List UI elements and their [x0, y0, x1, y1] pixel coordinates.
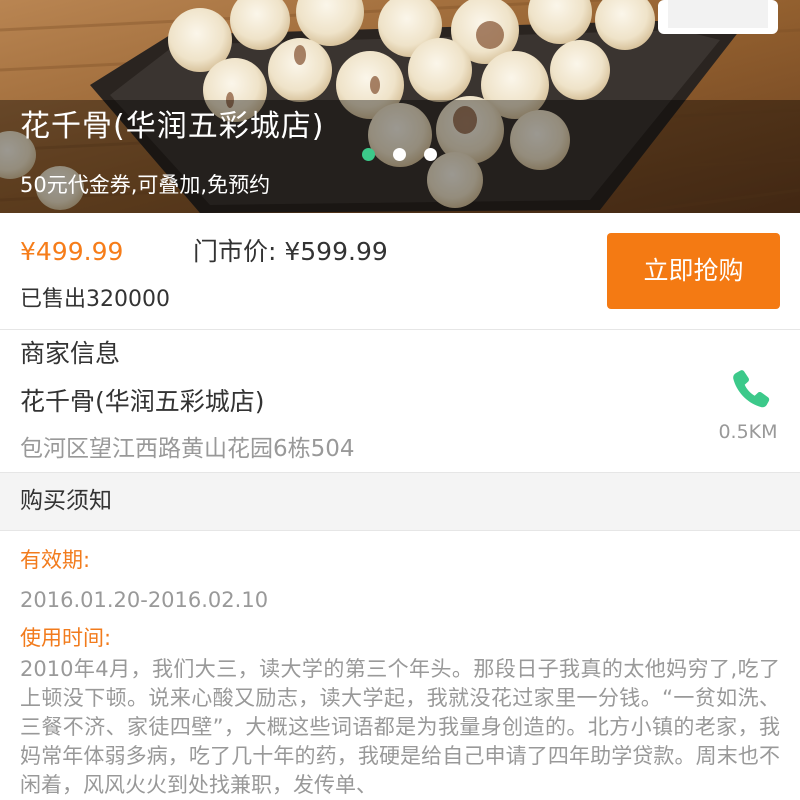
- usage-time-description: 2010年4月，我们大三，读大学的第三个年头。那段日子我真的太他妈穷了,吃了上顿…: [20, 657, 780, 797]
- carousel-dot-active[interactable]: [362, 148, 375, 161]
- validity-value: 2016.01.20-2016.02.10: [20, 588, 269, 612]
- banner-subtitle: 50元代金券,可叠加,免预约: [20, 173, 271, 197]
- product-banner[interactable]: 花千骨(华润五彩城店) 50元代金券,可叠加,免预约: [0, 0, 800, 213]
- deal-detail-page: 花千骨(华润五彩城店) 50元代金券,可叠加,免预约 ¥499.99 门市价: …: [0, 0, 800, 800]
- merchant-name[interactable]: 花千骨(华润五彩城店): [20, 384, 265, 420]
- sold-count: 已售出320000: [20, 287, 170, 312]
- merchant-address[interactable]: 包河区望江西路黄山花园6栋504: [20, 432, 355, 466]
- purchase-notice-header: 购买须知: [0, 473, 800, 531]
- buy-now-button[interactable]: 立即抢购: [607, 233, 780, 309]
- price-section: ¥499.99 门市价: ¥599.99 已售出320000 立即抢购: [0, 213, 800, 330]
- phone-icon[interactable]: [727, 365, 775, 413]
- market-price: 门市价: ¥599.99: [193, 237, 388, 266]
- carousel-dot[interactable]: [393, 148, 406, 161]
- usage-time-label: 使用时间:: [20, 626, 112, 650]
- banner-title: 花千骨(华润五彩城店): [20, 109, 325, 144]
- purchase-notice-title: 购买须知: [20, 488, 112, 514]
- validity-label: 有效期:: [20, 548, 91, 572]
- merchant-heading: 商家信息: [20, 339, 121, 368]
- deal-price: ¥499.99: [20, 237, 124, 266]
- carousel-indicator: [362, 148, 437, 161]
- merchant-section: 商家信息 花千骨(华润五彩城店) 包河区望江西路黄山花园6栋504 0.5KM: [0, 330, 800, 473]
- purchase-notice-body: 有效期: 2016.01.20-2016.02.10 使用时间: 2010年4月…: [0, 531, 800, 800]
- merchant-distance: 0.5KM: [718, 421, 778, 443]
- carousel-dot[interactable]: [424, 148, 437, 161]
